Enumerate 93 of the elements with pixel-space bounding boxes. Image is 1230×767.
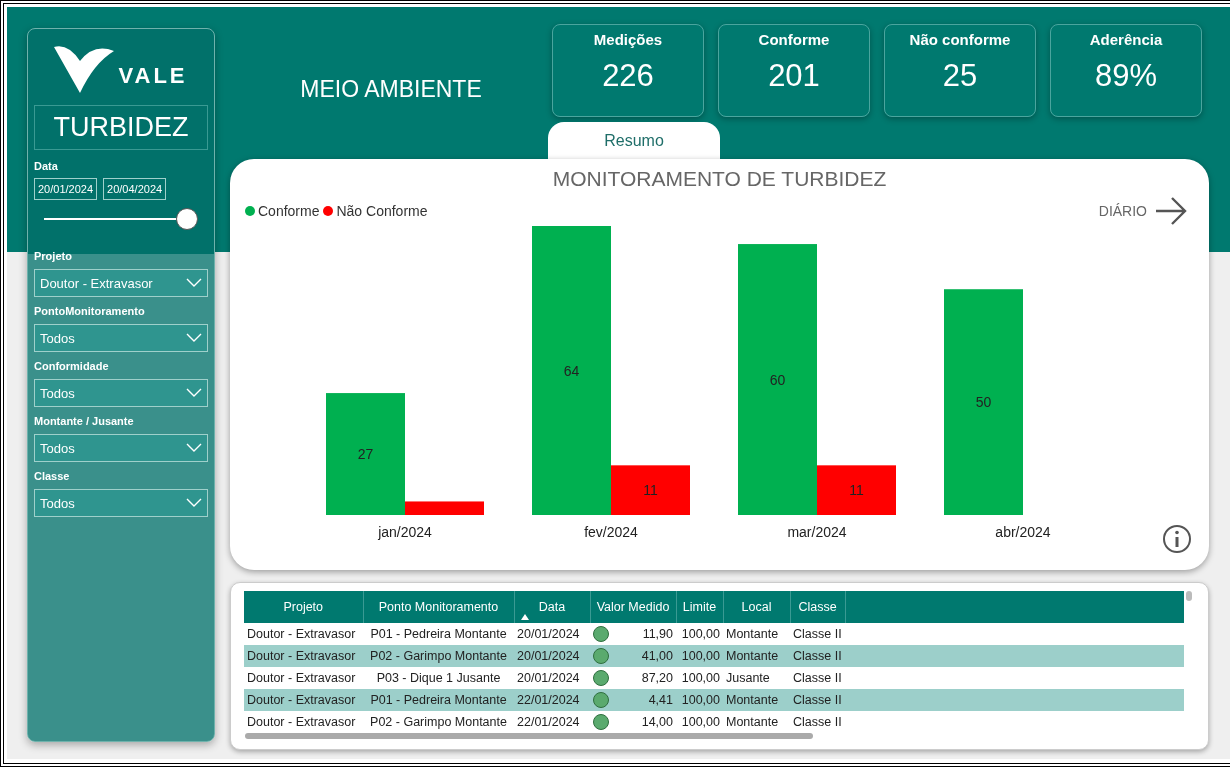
table-cell: P03 - Dique 1 Jusante	[363, 667, 514, 689]
start-date-field[interactable]: 20/01/2024	[34, 178, 98, 200]
logo-text: VALE	[118, 63, 188, 89]
filter-label: Montante / Jusante	[34, 415, 135, 427]
table-cell: Doutor - Extravasor	[244, 645, 363, 667]
table-cell: P02 - Garimpo Montante	[363, 711, 514, 733]
section-title: MEIO AMBIENTE	[299, 75, 483, 104]
horizontal-scrollbar[interactable]	[245, 733, 813, 739]
kpi-value: 201	[768, 58, 820, 94]
data-label: 50	[975, 394, 992, 411]
table-cell: Montante	[723, 689, 790, 711]
data-label: 27	[357, 446, 374, 463]
filter-dropdown[interactable]: Todos	[34, 489, 208, 517]
kpi-value: 226	[602, 58, 654, 94]
table-cell: 100,00	[676, 667, 723, 689]
arrow-right-icon	[1155, 197, 1187, 225]
axis-label: mar/2024	[787, 524, 847, 540]
tab[interactable]: Resumo	[548, 122, 720, 160]
table-cell: 100,00	[676, 623, 723, 645]
vertical-scrollbar[interactable]	[1186, 591, 1192, 601]
kpi-label: Conforme	[758, 31, 830, 48]
filter-label: Conformidade	[34, 360, 110, 372]
table-cell: Classe II	[790, 667, 845, 689]
chevron-down-icon	[186, 498, 202, 508]
filter-dropdown[interactable]: Doutor - Extravasor	[34, 269, 208, 297]
kpi-label: Não conforme	[909, 31, 1011, 48]
chevron-down-icon	[186, 443, 202, 453]
table-cell: 4,41	[648, 693, 673, 707]
end-date-field[interactable]: 20/04/2024	[103, 178, 167, 200]
table-cell: 14,00	[641, 715, 673, 729]
slider-thumb[interactable]	[176, 208, 199, 230]
table-cell: Classe II	[790, 623, 845, 645]
date-range-slider[interactable]	[44, 208, 198, 230]
table-cell: Jusante	[723, 667, 790, 689]
column-header[interactable]: Ponto Monitoramento	[363, 591, 514, 623]
table-cell: Doutor - Extravasor	[244, 689, 363, 711]
data-label: 11	[849, 482, 864, 499]
table-cell: 20/01/2024	[514, 623, 590, 645]
kpi-label: Aderência	[1089, 31, 1163, 48]
table-cell: 20/01/2024	[514, 645, 590, 667]
filter-label: PontoMonitoramento	[34, 305, 146, 317]
filter-dropdown[interactable]: Todos	[34, 379, 208, 407]
column-header[interactable]: Data	[514, 591, 590, 623]
table-cell: Classe II	[790, 645, 845, 667]
table-cell: 11,90	[642, 627, 673, 641]
chevron-down-icon	[186, 388, 202, 398]
table-cell: 100,00	[676, 645, 723, 667]
axis-label: abr/2024	[995, 524, 1051, 540]
filter-label: Projeto	[34, 250, 73, 262]
legend-label: Conforme	[258, 203, 320, 219]
table-cell: 100,00	[676, 689, 723, 711]
table-cell: 22/01/2024	[514, 711, 590, 733]
table-cell: Doutor - Extravasor	[244, 711, 363, 733]
chart-title: MONITORAMENTO DE TURBIDEZ	[551, 166, 888, 191]
table-cell: P02 - Garimpo Montante	[363, 645, 514, 667]
column-header[interactable]: Valor Medido	[590, 591, 676, 623]
column-header[interactable]: Limite	[676, 591, 723, 623]
filter-label: Data	[34, 160, 59, 172]
data-label: 11	[643, 482, 658, 499]
table-cell: P01 - Pedreira Montante	[363, 623, 514, 645]
filter-label: Classe	[34, 470, 71, 482]
table-cell: Montante	[723, 645, 790, 667]
table-cell: Doutor - Extravasor	[244, 623, 363, 645]
table-cell: Montante	[723, 623, 790, 645]
legend-label: Não Conforme	[336, 203, 428, 219]
chevron-down-icon	[186, 333, 202, 343]
table-cell: Classe II	[790, 711, 845, 733]
filter-dropdown[interactable]: Todos	[34, 434, 208, 462]
axis-label: jan/2024	[378, 524, 432, 540]
column-header[interactable]: Projeto	[244, 591, 363, 623]
filter-dropdown[interactable]: Todos	[34, 324, 208, 352]
data-label: 64	[563, 362, 580, 379]
kpi-value: 25	[942, 58, 978, 94]
data-label: 60	[769, 371, 786, 388]
table-cell: P01 - Pedreira Montante	[363, 689, 514, 711]
column-header[interactable]: Classe	[790, 591, 845, 623]
table-cell: 22/01/2024	[514, 689, 590, 711]
table-cell: 20/01/2024	[514, 667, 590, 689]
table-cell: 100,00	[676, 711, 723, 733]
table-cell: 41,00	[641, 649, 673, 663]
kpi-label: Medições	[593, 31, 663, 48]
v-logo-icon	[54, 45, 115, 93]
info-icon[interactable]	[1162, 524, 1192, 554]
table-cell: Doutor - Extravasor	[244, 667, 363, 689]
column-header[interactable]: Local	[723, 591, 790, 623]
table-cell: 87,20	[641, 671, 673, 685]
kpi-value: 89%	[1094, 58, 1157, 94]
drill-link[interactable]: DIÁRIO	[1098, 197, 1187, 225]
chevron-down-icon	[186, 278, 202, 288]
page-title: TURBIDEZ	[34, 105, 208, 150]
table-cell: Montante	[723, 711, 790, 733]
axis-label: fev/2024	[584, 524, 638, 540]
table-cell: Classe II	[790, 689, 845, 711]
